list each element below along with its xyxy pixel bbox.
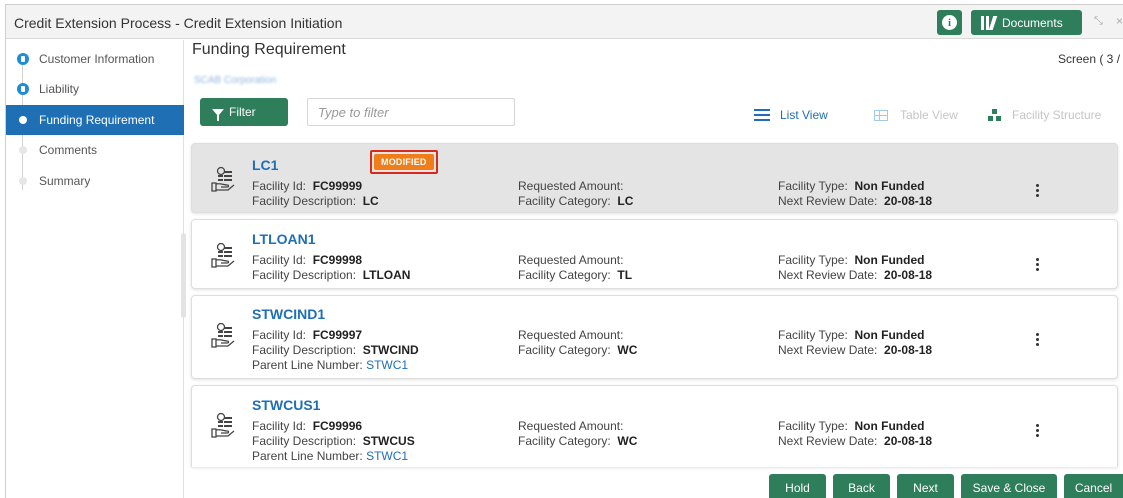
facility-category: Facility Category: WC [518, 343, 638, 357]
documents-button[interactable]: Documents [971, 10, 1082, 35]
save-close-button[interactable]: Save & Close [961, 474, 1057, 498]
parent-line-link[interactable]: STWC1 [366, 449, 408, 463]
close-icon[interactable]: × [1116, 14, 1123, 28]
facility-type: Facility Type: Non Funded [778, 179, 925, 193]
facility-structure-icon [988, 109, 1002, 121]
next-review-date: Next Review Date: 20-08-18 [778, 268, 933, 282]
sidebar-item-funding-requirement[interactable]: Funding Requirement [6, 105, 184, 135]
page-title: Funding Requirement [192, 41, 346, 58]
money-hand-icon [211, 322, 235, 348]
requested-amount: Requested Amount: [518, 253, 624, 267]
facility-card[interactable]: STWCIND1 Facility Id: FC99997 Facility D… [191, 295, 1118, 379]
list-view-icon [754, 109, 770, 121]
step-complete-icon [17, 83, 29, 95]
customer-name: SCAB Corporation [194, 75, 277, 86]
facility-name[interactable]: LC1 [252, 157, 278, 173]
facility-category: Facility Category: TL [518, 268, 633, 282]
info-icon: i [942, 15, 957, 30]
sidebar: Customer Information Liability Funding R… [6, 40, 184, 498]
hold-button[interactable]: Hold [769, 474, 826, 498]
screen-counter: Screen ( 3 / 5 [1058, 52, 1123, 66]
documents-icon [981, 15, 998, 30]
kebab-menu-icon[interactable] [1036, 184, 1040, 199]
facility-description: Facility Description: LTLOAN [252, 268, 411, 282]
money-hand-icon [211, 166, 235, 192]
facility-description: Facility Description: STWCIND [252, 343, 419, 357]
kebab-menu-icon[interactable] [1036, 333, 1040, 348]
tab-label: Facility Structure [1012, 108, 1102, 122]
modified-badge-highlight: MODIFIED [370, 150, 438, 174]
facility-name[interactable]: LTLOAN1 [252, 231, 316, 247]
money-hand-icon [211, 242, 235, 268]
parent-line-link[interactable]: STWC1 [366, 358, 408, 372]
facility-card[interactable]: LTLOAN1 Facility Id: FC99998 Facility De… [191, 219, 1118, 289]
next-review-date: Next Review Date: 20-08-18 [778, 194, 933, 208]
tab-list-view-visible[interactable]: List View [754, 108, 828, 122]
facility-card[interactable]: LC1 MODIFIED Facility Id: FC99999 Facili… [191, 143, 1118, 213]
step-pending-icon [19, 146, 27, 154]
facility-card[interactable]: STWCUS1 Facility Id: FC99996 Facility De… [191, 385, 1118, 467]
requested-amount: Requested Amount: [518, 179, 624, 193]
parent-line-number: Parent Line Number: STWC1 [252, 449, 409, 463]
facility-category: Facility Category: LC [518, 194, 634, 208]
facility-category: Facility Category: WC [518, 434, 638, 448]
sidebar-item-customer-information[interactable]: Customer Information [6, 44, 184, 74]
info-button[interactable]: i [937, 10, 962, 35]
requested-amount: Requested Amount: [518, 419, 624, 433]
step-pending-icon [19, 177, 27, 185]
facility-id: Facility Id: FC99998 [252, 253, 363, 267]
tab-facility-structure[interactable]: Facility Structure [988, 108, 1101, 122]
facility-name[interactable]: STWCUS1 [252, 397, 320, 413]
next-review-date: Next Review Date: 20-08-18 [778, 434, 933, 448]
title-bar: Credit Extension Process - Credit Extens… [6, 5, 1123, 39]
back-button[interactable]: Back [833, 474, 890, 498]
next-button[interactable]: Next [897, 474, 954, 498]
facility-description: Facility Description: STWCUS [252, 434, 415, 448]
facility-id: Facility Id: FC99999 [252, 179, 363, 193]
facility-type: Facility Type: Non Funded [778, 419, 925, 433]
window-title: Credit Extension Process - Credit Extens… [14, 15, 343, 31]
facility-type: Facility Type: Non Funded [778, 328, 925, 342]
next-review-date: Next Review Date: 20-08-18 [778, 343, 933, 357]
sidebar-item-label: Funding Requirement [39, 113, 155, 127]
filter-label: Filter [229, 105, 256, 119]
facility-id: Facility Id: FC99996 [252, 419, 363, 433]
parent-line-number: Parent Line Number: STWC1 [252, 358, 409, 372]
sidebar-item-label: Comments [39, 143, 98, 157]
tab-label: Table View [900, 108, 958, 122]
tab-table-view[interactable]: Table View [874, 108, 958, 122]
filter-icon [212, 108, 224, 121]
kebab-menu-icon[interactable] [1036, 258, 1040, 273]
tab-label: List View [780, 108, 828, 122]
kebab-menu-icon[interactable] [1036, 424, 1040, 439]
documents-label: Documents [1002, 15, 1063, 30]
facility-id: Facility Id: FC99997 [252, 328, 363, 342]
minimize-icon[interactable]: ⤡ [1094, 15, 1108, 29]
facility-name[interactable]: STWCIND1 [252, 306, 325, 322]
sidebar-item-label: Liability [39, 82, 80, 96]
requested-amount: Requested Amount: [518, 328, 624, 342]
facility-type: Facility Type: Non Funded [778, 253, 925, 267]
step-complete-icon [17, 53, 29, 65]
step-current-icon [19, 116, 27, 124]
filter-input[interactable] [307, 98, 515, 126]
filter-button[interactable]: Filter [200, 98, 288, 126]
money-hand-icon [211, 412, 235, 438]
table-view-icon [874, 109, 888, 121]
sidebar-item-label: Customer Information [39, 52, 155, 66]
sidebar-item-comments[interactable]: Comments [6, 135, 184, 165]
scrollbar-handle[interactable] [181, 233, 186, 318]
cancel-button[interactable]: Cancel [1064, 474, 1123, 498]
sidebar-item-liability[interactable]: Liability [6, 74, 184, 104]
facility-description: Facility Description: LC [252, 194, 379, 208]
sidebar-item-summary[interactable]: Summary [6, 166, 184, 196]
sidebar-item-label: Summary [39, 174, 91, 188]
status-badge: MODIFIED [374, 154, 434, 170]
